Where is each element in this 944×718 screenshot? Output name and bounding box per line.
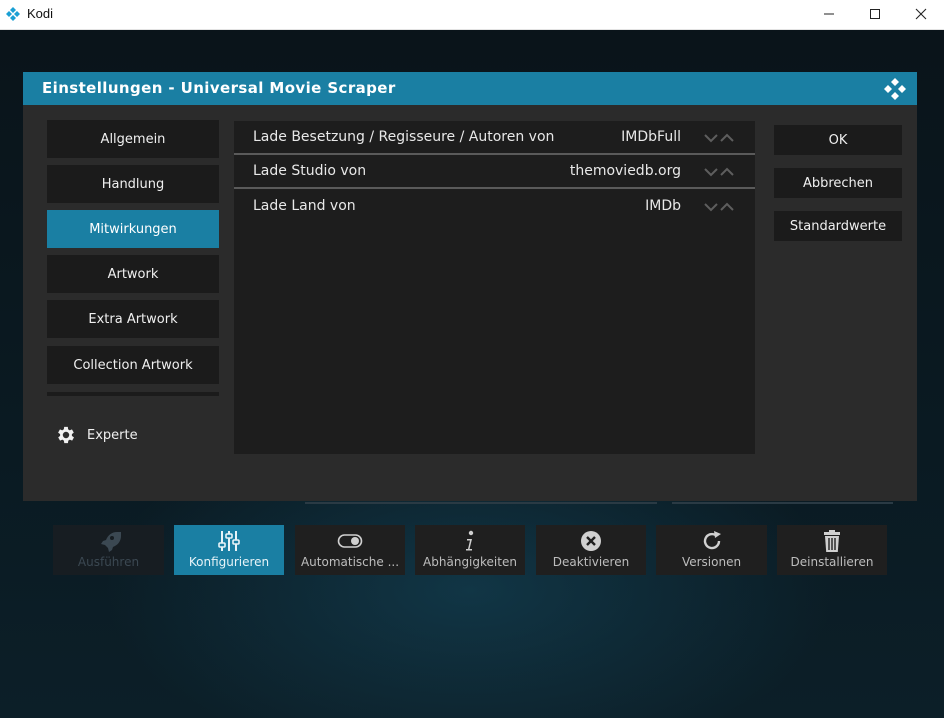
category-label: Handlung [101, 176, 165, 192]
setting-value: IMDbFull [621, 129, 681, 145]
maximize-button[interactable] [852, 0, 898, 29]
action-auto-update-button[interactable]: Automatische ... [295, 525, 405, 575]
close-circle-icon [581, 531, 601, 551]
action-configure-label: Konfigurieren [188, 555, 270, 569]
minimize-icon [824, 13, 834, 15]
setting-value: IMDb [645, 198, 681, 214]
category-mitwirkungen[interactable]: Mitwirkungen [47, 210, 219, 248]
settings-list: Lade Besetzung / Regisseure / Autoren vo… [234, 121, 755, 454]
settings-level-button[interactable]: Experte [55, 424, 138, 446]
dialog-header: Einstellungen - Universal Movie Scraper [23, 72, 917, 105]
trash-icon [824, 530, 840, 552]
category-label: Collection Artwork [73, 357, 193, 373]
toggle-icon [337, 534, 363, 548]
defaults-label: Standardwerte [789, 218, 887, 234]
close-icon [915, 8, 927, 20]
cancel-button[interactable]: Abbrechen [774, 168, 902, 198]
settings-dialog: Einstellungen - Universal Movie Scraper … [23, 72, 917, 501]
category-label: Artwork [107, 266, 159, 282]
ok-button[interactable]: OK [774, 125, 902, 155]
kodi-logo-icon [884, 78, 906, 100]
cancel-label: Abbrechen [802, 175, 874, 191]
maximize-icon [870, 9, 880, 19]
category-collection-artwork[interactable]: Collection Artwork [47, 346, 219, 384]
setting-country-source[interactable]: Lade Land von IMDb [234, 190, 755, 224]
action-auto-update-label: Automatische ... [300, 555, 400, 569]
action-configure-button[interactable]: Konfigurieren [174, 525, 284, 575]
category-label: Allgemein [100, 131, 166, 147]
action-dependencies-label: Abhängigkeiten [423, 555, 517, 569]
setting-label: Lade Besetzung / Regisseure / Autoren vo… [253, 129, 555, 145]
setting-cast-source[interactable]: Lade Besetzung / Regisseure / Autoren vo… [234, 121, 755, 155]
category-allgemein[interactable]: Allgemein [47, 120, 219, 158]
ok-label: OK [828, 132, 848, 148]
row-divider [234, 187, 755, 189]
action-uninstall-label: Deinstallieren [790, 555, 874, 569]
window-title: Kodi [27, 6, 54, 21]
setting-value: themoviedb.org [569, 163, 681, 179]
category-extra-artwork[interactable]: Extra Artwork [47, 300, 219, 338]
setting-label: Lade Land von [253, 198, 356, 214]
spinner-arrows-icon[interactable] [704, 166, 736, 178]
category-handlung[interactable]: Handlung [47, 165, 219, 203]
close-button[interactable] [898, 0, 944, 29]
category-label: Mitwirkungen [89, 221, 177, 237]
action-versions-label: Versionen [681, 555, 742, 569]
spinner-arrows-icon[interactable] [704, 201, 736, 213]
gear-icon [58, 426, 74, 444]
defaults-button[interactable]: Standardwerte [774, 211, 902, 241]
minimize-button[interactable] [806, 0, 852, 29]
category-artwork[interactable]: Artwork [47, 255, 219, 293]
setting-studio-source[interactable]: Lade Studio von themoviedb.org [234, 155, 755, 189]
category-label: Extra Artwork [88, 311, 178, 327]
spinner-arrows-icon[interactable] [704, 132, 736, 144]
dialog-title: Einstellungen - Universal Movie Scraper [42, 79, 396, 97]
action-run-button[interactable]: Ausführen [53, 525, 164, 575]
setting-label: Lade Studio von [253, 163, 367, 179]
action-disable-button[interactable]: Deaktivieren [536, 525, 646, 575]
settings-level-label: Experte [87, 427, 138, 443]
category-list-overflow [47, 392, 219, 396]
sliders-icon [218, 531, 240, 551]
background-separator [305, 502, 657, 504]
action-run-label: Ausführen [77, 555, 140, 569]
window-titlebar: Kodi [0, 0, 944, 30]
kodi-app-icon [6, 7, 20, 21]
refresh-icon [703, 531, 721, 550]
action-disable-label: Deaktivieren [552, 555, 630, 569]
rocket-icon [100, 532, 121, 552]
action-versions-button[interactable]: Versionen [656, 525, 767, 575]
background-separator [672, 502, 893, 504]
info-icon [466, 530, 474, 551]
action-dependencies-button[interactable]: Abhängigkeiten [415, 525, 525, 575]
action-uninstall-button[interactable]: Deinstallieren [777, 525, 887, 575]
